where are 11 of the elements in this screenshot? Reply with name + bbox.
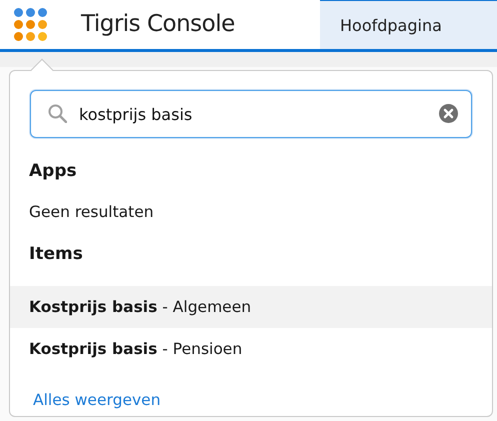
search-field[interactable]: kostprijs basis [30, 90, 472, 138]
section-heading: Apps [28, 161, 78, 181]
app-launcher-icon[interactable] [14, 8, 47, 41]
empty-message: Geen resultaten [28, 202, 155, 223]
tab[interactable]: Hoofdpagina [320, 0, 497, 49]
app-title: Tigris Console [81, 10, 235, 39]
clear-icon[interactable] [439, 104, 458, 123]
show-all-link[interactable]: Alles weergeven [33, 391, 161, 410]
result-item[interactable]: Kostprijs basis - Algemeen [10, 286, 492, 328]
search-icon [48, 104, 67, 123]
section-heading: Items [28, 244, 84, 264]
